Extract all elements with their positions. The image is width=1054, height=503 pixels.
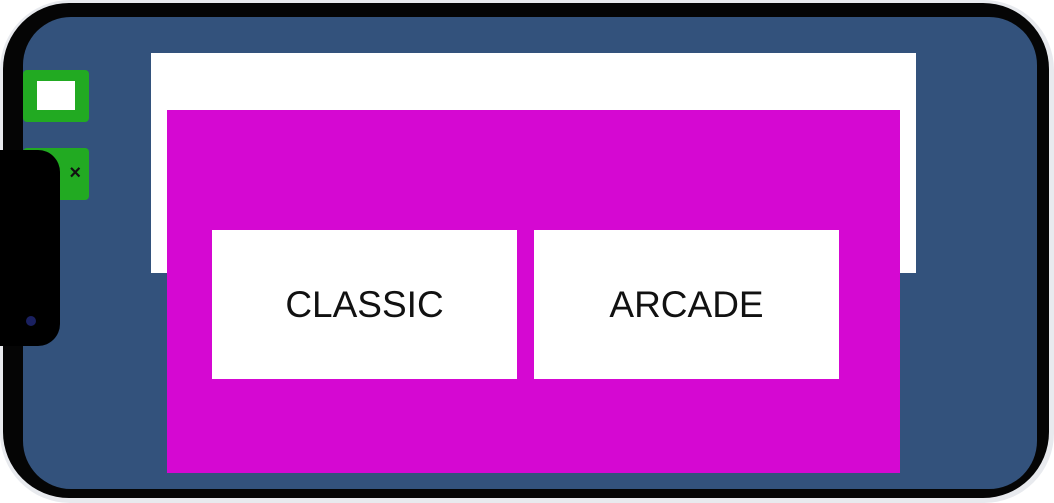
phone-frame: × CLASSIC ARCADE bbox=[0, 0, 1054, 503]
mode-select-panel: CLASSIC ARCADE bbox=[167, 110, 900, 473]
arcade-button[interactable]: ARCADE bbox=[534, 230, 839, 379]
classic-button[interactable]: CLASSIC bbox=[212, 230, 517, 379]
game-screen: × CLASSIC ARCADE bbox=[23, 17, 1037, 489]
rectangle-icon bbox=[37, 81, 75, 110]
close-icon: × bbox=[69, 162, 81, 184]
camera-icon bbox=[26, 316, 36, 326]
screen-toggle-button[interactable] bbox=[23, 70, 89, 122]
phone-bezel: × CLASSIC ARCADE bbox=[3, 3, 1049, 498]
